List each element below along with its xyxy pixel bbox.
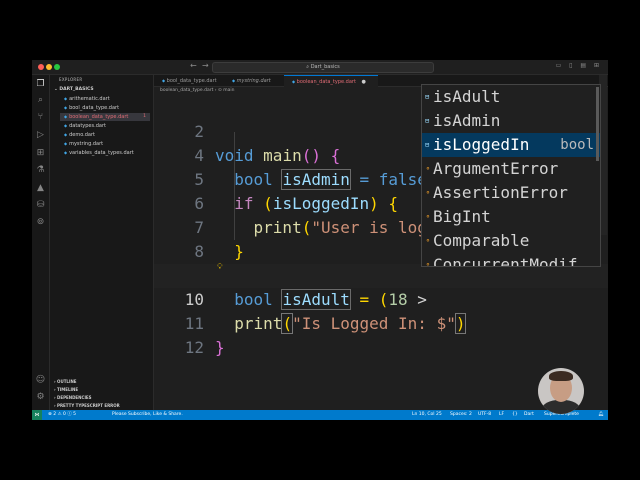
explorer-sidebar: EXPLORER ⌄ DART_BASICS ◆ arithematic.dart… — [50, 75, 154, 410]
dart-file-icon: ◆ — [64, 132, 68, 137]
remote-indicator-icon[interactable]: ⋈ — [32, 410, 42, 420]
breadcrumb-symbol[interactable]: main — [223, 88, 234, 93]
tab-boolean-data-type[interactable]: ◆ boolean_data_type.dart ● — [284, 75, 378, 87]
forward-arrow-icon[interactable]: → — [202, 61, 209, 70]
settings-gear-icon[interactable]: ⚙ — [35, 392, 46, 403]
section-pretty-ts-errors[interactable]: › PRETTY TYPESCRIPT ERROR — [54, 403, 120, 408]
status-bar: ⋈ ⊗ 2 ⚠ 0 ⓘ 5 Please Subscribe, Like & S… — [32, 410, 608, 420]
dart-file-icon: ◆ — [64, 96, 68, 101]
suggestion-item[interactable]: ⚬ AssertionError — [422, 181, 600, 205]
extensions-icon[interactable]: ⊞ — [35, 148, 46, 159]
autocomplete-widget: ⊟ isAdult ⊟ isAdmin ⊟ isLoggedIn bool ⚬ … — [421, 84, 601, 267]
section-dependencies[interactable]: › DEPENDENCIES — [54, 395, 92, 400]
unsaved-dot-icon[interactable]: ● — [362, 79, 366, 85]
testing-icon[interactable]: ⚗ — [35, 165, 46, 176]
file-item-selected[interactable]: ◆ boolean_data_type.dart 1 — [60, 113, 150, 121]
run-debug-icon[interactable]: ▷ — [35, 130, 46, 141]
suggestion-item[interactable]: ⊟ isAdmin — [422, 109, 600, 133]
file-item[interactable]: ◆ datatypes.dart — [64, 122, 150, 130]
braces-icon: {} — [512, 412, 518, 417]
folder-label: DART_BASICS — [59, 87, 94, 92]
dart-file-icon: ◆ — [64, 105, 68, 110]
dart-file-icon: ◆ — [232, 78, 236, 83]
variable-icon: ⊟ — [425, 141, 430, 149]
class-icon: ⚬ — [425, 213, 431, 221]
source-control-icon[interactable]: ⑂ — [35, 112, 46, 123]
explorer-title: EXPLORER — [59, 77, 83, 82]
chevron-right-icon: › ⊙ — [214, 88, 224, 93]
file-item[interactable]: ◆ variables_data_types.dart — [64, 149, 150, 157]
dart-file-icon: ◆ — [64, 150, 68, 155]
class-icon: ⚬ — [425, 237, 431, 245]
minimize-window-button[interactable] — [46, 64, 52, 70]
folder-dart-basics[interactable]: ⌄ DART_BASICS — [54, 87, 94, 92]
suggestion-item[interactable]: ⚬ ConcurrentModif… — [422, 253, 600, 267]
suggestion-item[interactable]: ⚬ ArgumentError — [422, 157, 600, 181]
presenter-hair — [549, 371, 573, 381]
encoding[interactable]: UTF-8 — [478, 410, 491, 420]
code-line: 11 } — [184, 314, 225, 357]
status-message: Please Subscribe, Like & Share. — [112, 412, 183, 417]
command-center-search[interactable]: ⌕ Dart_basics — [212, 62, 434, 73]
database-icon[interactable]: ⛁ — [35, 200, 46, 211]
file-item[interactable]: ◆ bool_data_type.dart — [64, 104, 150, 112]
files-icon[interactable]: ❐ — [35, 79, 46, 90]
breadcrumb-file[interactable]: boolean_data_type.dart — [160, 88, 213, 93]
class-icon: ⚬ — [425, 165, 431, 173]
account-icon[interactable]: ☺ — [35, 375, 46, 386]
close-window-button[interactable] — [38, 64, 44, 70]
line-ending[interactable]: LF — [499, 410, 504, 420]
dart-file-icon: ◆ — [292, 79, 296, 84]
title-bar: ← → ⌕ Dart_basics ▭ ▯ ▤ ⊞ — [32, 60, 608, 75]
breadcrumb: boolean_data_type.dart › ⊙ main — [160, 88, 234, 93]
dart-file-icon: ◆ — [162, 78, 166, 83]
section-timeline[interactable]: › TIMELINE — [54, 387, 78, 392]
problem-count-badge: 1 — [143, 114, 146, 119]
maximize-window-button[interactable] — [54, 64, 60, 70]
class-icon: ⚬ — [425, 189, 431, 197]
variable-icon: ⊟ — [425, 117, 430, 125]
layout-controls[interactable]: ▭ ▯ ▤ ⊞ — [556, 62, 602, 69]
indentation[interactable]: Spaces: 2 — [450, 410, 472, 420]
bell-icon[interactable]: 🔔︎ — [598, 410, 604, 420]
suggestion-item-selected[interactable]: ⊟ isLoggedIn bool — [422, 133, 600, 157]
activity-bar: ❐ ⌕ ⑂ ▷ ⊞ ⚗ ▲ ⛁ ⊚ ☺ ⚙ — [32, 75, 50, 410]
suggestion-item[interactable]: ⚬ BigInt — [422, 205, 600, 229]
dart-file-icon: ◆ — [64, 114, 68, 119]
problems-indicator[interactable]: ⊗ 2 ⚠ 0 ⓘ 5 — [48, 410, 76, 420]
section-outline[interactable]: › OUTLINE — [54, 379, 77, 384]
search-icon: ⌕ — [306, 64, 310, 70]
search-label: Dart_basics — [310, 64, 340, 70]
class-icon: ⚬ — [425, 261, 431, 267]
search-icon[interactable]: ⌕ — [35, 95, 46, 106]
dart-file-icon: ◆ — [64, 123, 68, 128]
tab-mystring[interactable]: ◆ mystring.dart — [224, 75, 292, 86]
lightbulb-icon[interactable]: 💡︎ — [217, 262, 223, 272]
suggestion-item[interactable]: ⊟ isAdult — [422, 85, 600, 109]
code-line: 12 — [184, 338, 204, 357]
language-mode[interactable]: Dart — [524, 410, 534, 420]
back-arrow-icon[interactable]: ← — [190, 61, 197, 70]
chevron-down-icon: ⌄ — [54, 87, 58, 92]
dart-file-icon: ◆ — [64, 141, 68, 146]
remote-explorer-icon[interactable]: ⊚ — [35, 217, 46, 228]
docker-icon[interactable]: ▲ — [35, 183, 46, 194]
file-item[interactable]: ◆ arithematic.dart — [64, 95, 150, 103]
suggestion-scrollbar[interactable] — [596, 87, 599, 161]
variable-icon: ⊟ — [425, 93, 430, 101]
webcam-overlay — [538, 368, 584, 414]
suggestion-item[interactable]: ⚬ Comparable — [422, 229, 600, 253]
presenter-body — [542, 400, 580, 414]
tab-bool-data-type[interactable]: ◆ bool_data_type.dart — [154, 75, 232, 86]
suggestion-detail: bool — [560, 137, 594, 153]
cursor-position[interactable]: Ln 10, Col 25 — [412, 410, 442, 420]
file-item[interactable]: ◆ demo.dart — [64, 131, 150, 139]
file-item[interactable]: ◆ mystring.dart — [64, 140, 150, 148]
